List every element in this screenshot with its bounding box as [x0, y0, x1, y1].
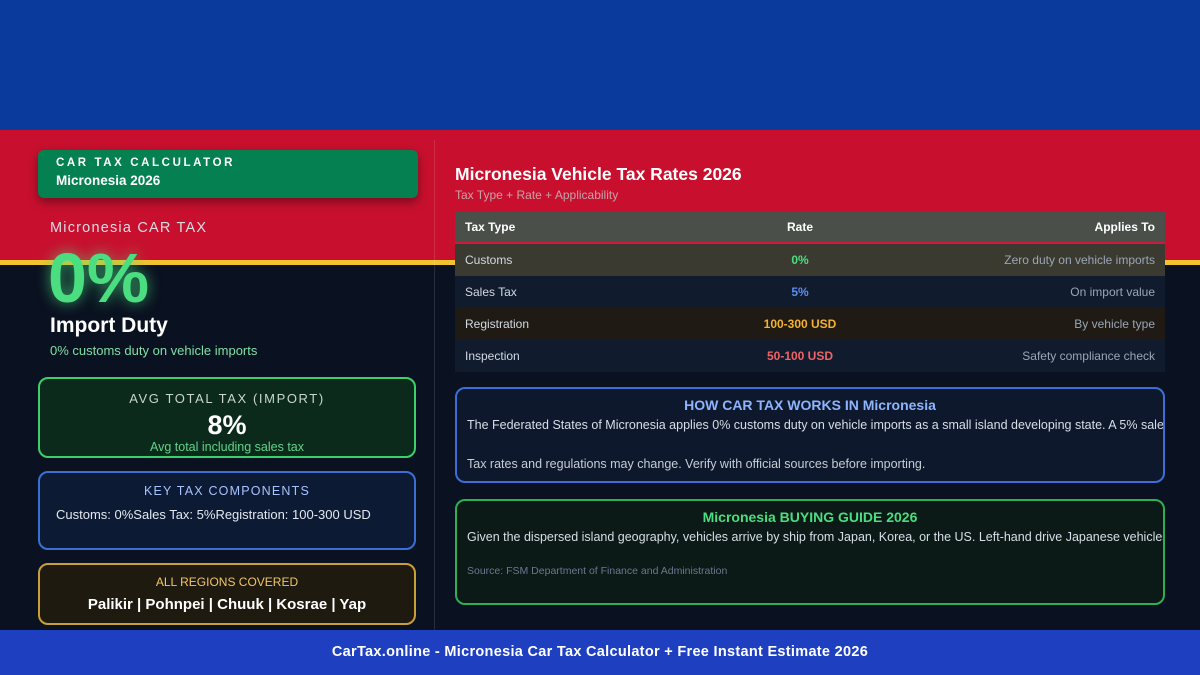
rates-subtitle: Tax Type + Rate + Applicability	[455, 188, 619, 202]
table-row: Sales Tax 5% On import value	[455, 276, 1165, 308]
regions-card: ALL REGIONS COVERED Palikir | Pohnpei | …	[38, 563, 416, 625]
tax-type-cell: Sales Tax	[455, 276, 675, 308]
table-row: Inspection 50-100 USD Safety compliance …	[455, 340, 1165, 372]
applies-to-cell: On import value	[925, 276, 1165, 308]
regions-title: ALL REGIONS COVERED	[155, 575, 299, 589]
how-car-tax-works-title: HOW CAR TAX WORKS IN Micronesia	[684, 397, 936, 413]
column-divider	[434, 140, 435, 630]
brand-badge: CAR TAX CALCULATOR Micronesia 2026	[38, 150, 418, 198]
column-header-tax-type: Tax Type	[455, 212, 675, 244]
avg-total-tax-value: 8%	[207, 410, 247, 440]
key-tax-components-list: Customs: 0%Sales Tax: 5%Registration: 10…	[56, 507, 371, 522]
table-header-row: Tax Type Rate Applies To	[455, 212, 1165, 244]
import-duty-title: Import Duty	[50, 314, 168, 337]
flag-blue-band	[0, 0, 1200, 130]
applies-to-cell: By vehicle type	[925, 308, 1165, 340]
tax-type-cell: Customs	[455, 244, 675, 276]
rate-cell: 0%	[675, 244, 925, 276]
tax-rates-table: Tax Type Rate Applies To Customs 0% Zero…	[455, 212, 1165, 372]
footer-banner: CarTax.online - Micronesia Car Tax Calcu…	[0, 630, 1200, 675]
rates-title: Micronesia Vehicle Tax Rates 2026	[455, 164, 742, 184]
import-duty-subtitle: 0% customs duty on vehicle imports	[50, 343, 258, 358]
column-header-applies-to: Applies To	[925, 212, 1165, 244]
import-duty-rate: 0%	[48, 239, 150, 317]
buying-guide-title: Micronesia BUYING GUIDE 2026	[702, 509, 918, 525]
how-car-tax-works-text: The Federated States of Micronesia appli…	[467, 418, 1165, 432]
tax-type-cell: Registration	[455, 308, 675, 340]
buying-guide-text: Given the dispersed island geography, ve…	[467, 530, 1165, 544]
source-note: Source: FSM Department of Finance and Ad…	[467, 565, 728, 577]
buying-guide-card: Micronesia BUYING GUIDE 2026 Given the d…	[455, 499, 1165, 605]
disclaimer-text: Tax rates and regulations may change. Ve…	[467, 457, 926, 471]
applies-to-cell: Safety compliance check	[925, 340, 1165, 372]
avg-total-tax-card: AVG TOTAL TAX (IMPORT) 8% Avg total incl…	[38, 377, 416, 458]
tax-type-cell: Inspection	[455, 340, 675, 372]
avg-total-tax-note: Avg total including sales tax	[149, 440, 305, 454]
table-row: Registration 100-300 USD By vehicle type	[455, 308, 1165, 340]
column-header-rate: Rate	[675, 212, 925, 244]
table-row: Customs 0% Zero duty on vehicle imports	[455, 244, 1165, 276]
applies-to-cell: Zero duty on vehicle imports	[925, 244, 1165, 276]
brand-kicker: CAR TAX CALCULATOR	[56, 157, 236, 169]
rate-cell: 100-300 USD	[675, 308, 925, 340]
avg-total-tax-title: AVG TOTAL TAX (IMPORT)	[129, 391, 325, 406]
key-tax-components-card: KEY TAX COMPONENTS Customs: 0%Sales Tax:…	[38, 471, 416, 550]
key-tax-components-title: KEY TAX COMPONENTS	[143, 484, 311, 498]
brand-subtitle: Micronesia 2026	[56, 173, 161, 188]
regions-list: Palikir | Pohnpei | Chuuk | Kosrae | Yap	[87, 596, 367, 613]
rate-cell: 5%	[675, 276, 925, 308]
how-car-tax-works-card: HOW CAR TAX WORKS IN Micronesia The Fede…	[455, 387, 1165, 483]
rate-cell: 50-100 USD	[675, 340, 925, 372]
country-tax-label: Micronesia CAR TAX	[50, 220, 208, 236]
